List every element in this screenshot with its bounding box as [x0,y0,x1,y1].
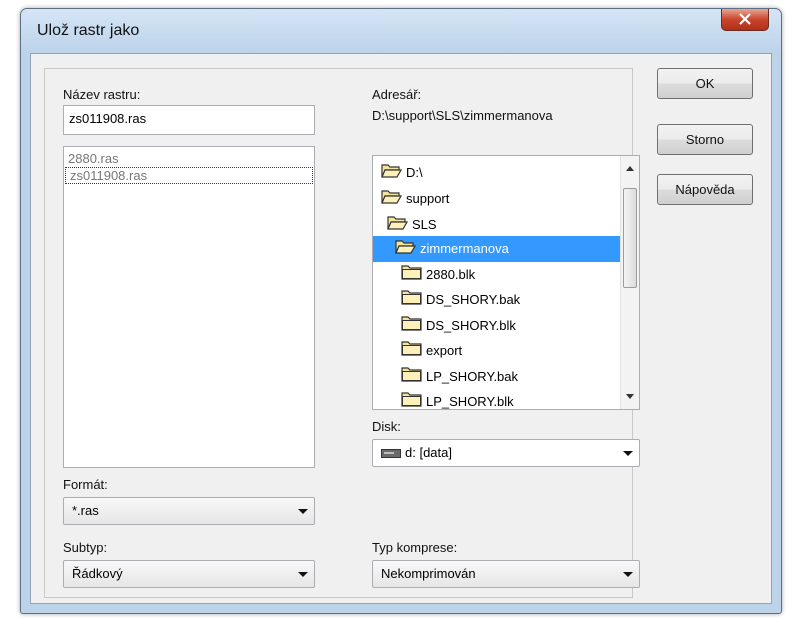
drive-icon [381,449,401,459]
format-select[interactable]: *.ras [63,497,315,525]
tree-item-label: zimmermanova [420,241,509,256]
tree-item-label: DS_SHORY.bak [426,292,521,307]
folder-icon [401,263,423,289]
cancel-button[interactable]: Storno [657,124,753,155]
dropdown-arrow-icon [298,509,308,514]
close-button[interactable] [721,9,769,31]
tree-item[interactable]: LP_SHORY.bak [401,364,518,390]
folder-icon [401,339,423,365]
format-value: *.ras [72,503,99,518]
folder-open-icon [381,187,403,213]
disk-value: d: [data] [405,445,452,460]
tree-item[interactable]: support [381,186,449,212]
window-title: Ulož rastr jako [37,22,140,39]
compression-select[interactable]: Nekomprimován [372,560,640,588]
tree-item[interactable]: zimmermanova [373,236,621,262]
format-label: Formát: [63,477,108,492]
compression-label: Typ komprese: [372,540,458,555]
dialog-groupbox: Název rastru: zs011908.ras 2880.ras zs011… [44,68,640,598]
tree-item[interactable]: 2880.blk [401,262,475,288]
tree-item-label: SLS [412,217,437,232]
folder-icon [401,314,423,340]
disk-label: Disk: [372,419,401,434]
folder-icon [401,390,423,409]
directory-path: D:\support\SLS\zimmermanova [372,108,553,123]
tree-item[interactable]: DS_SHORY.blk [401,313,516,339]
dropdown-arrow-icon [623,451,633,456]
folder-open-icon [387,213,409,239]
ok-button[interactable]: OK [657,68,753,99]
tree-item[interactable]: export [401,338,462,364]
file-list-item[interactable]: zs011908.ras [65,167,313,184]
dialog-client: Název rastru: zs011908.ras 2880.ras zs011… [30,53,772,604]
tree-item-label: LP_SHORY.blk [426,394,514,409]
file-list-item[interactable]: 2880.ras [64,151,314,167]
tree-item[interactable]: LP_SHORY.blk [401,389,514,409]
folder-open-icon [395,237,417,263]
scroll-thumb[interactable] [623,188,637,288]
save-raster-dialog: Ulož rastr jako Název rastru: zs011908.r… [20,8,782,614]
folder-icon [401,365,423,391]
tree-item[interactable]: SLS [387,212,437,238]
tree-item-label: LP_SHORY.bak [426,369,519,384]
directory-tree[interactable]: D:\ support SLS zimmermanova 2880.blk DS_SHOR… [372,155,640,410]
raster-name-label: Název rastru: [63,87,141,102]
close-icon [739,13,751,25]
subtype-label: Subtyp: [63,540,108,555]
disk-select[interactable]: d: [data] [372,439,640,467]
title-bar[interactable]: Ulož rastr jako [21,9,781,53]
folder-icon [401,288,423,314]
folder-open-icon [381,161,403,187]
subtype-value: Řádkový [72,566,123,581]
scroll-down-icon[interactable] [626,394,634,399]
file-list[interactable]: 2880.ras zs011908.ras [63,146,315,468]
compression-value: Nekomprimován [381,566,476,581]
tree-item[interactable]: D:\ [381,160,423,186]
help-button[interactable]: Nápověda [657,174,753,205]
tree-item-label: D:\ [406,165,423,180]
tree-item-label: support [406,191,450,206]
scroll-up-icon[interactable] [626,166,634,171]
directory-scrollbar[interactable] [620,156,639,409]
dropdown-arrow-icon [623,572,633,577]
directory-label: Adresář: [372,87,422,102]
tree-item-label: 2880.blk [426,267,476,282]
tree-item-label: DS_SHORY.blk [426,318,516,333]
dropdown-arrow-icon [298,572,308,577]
tree-item-label: export [426,343,463,358]
subtype-select[interactable]: Řádkový [63,560,315,588]
tree-item[interactable]: DS_SHORY.bak [401,287,520,313]
raster-name-input[interactable]: zs011908.ras [63,105,315,135]
